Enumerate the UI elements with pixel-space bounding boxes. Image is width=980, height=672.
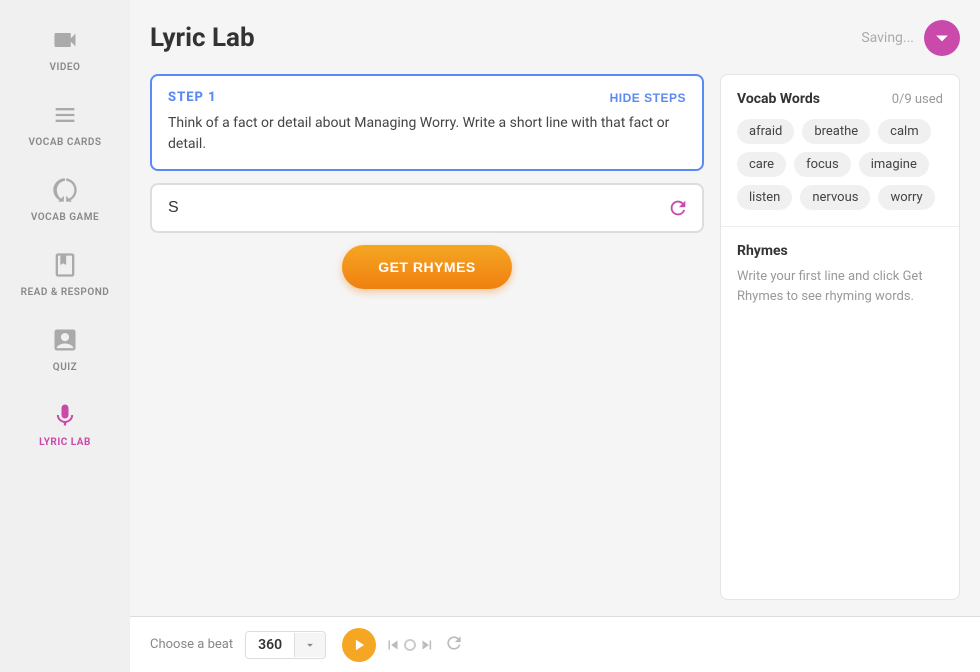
step-label: STEP 1 bbox=[168, 90, 217, 105]
vocab-words: afraid breathe calm care focus imagine l… bbox=[737, 119, 943, 210]
lyric-input[interactable] bbox=[152, 185, 666, 231]
save-button[interactable] bbox=[924, 20, 960, 56]
input-wrapper bbox=[150, 183, 704, 233]
saving-text: Saving... bbox=[861, 30, 914, 46]
vocab-chip-afraid[interactable]: afraid bbox=[737, 119, 794, 144]
choose-beat-label: Choose a beat bbox=[150, 637, 233, 652]
book-icon bbox=[47, 247, 83, 283]
saving-area: Saving... bbox=[861, 20, 960, 56]
step-header: STEP 1 HIDE STEPS bbox=[168, 90, 686, 105]
vocab-chip-listen[interactable]: listen bbox=[737, 185, 792, 210]
header: Lyric Lab Saving... bbox=[150, 20, 960, 56]
video-icon bbox=[47, 22, 83, 58]
play-button[interactable] bbox=[342, 628, 376, 662]
rhymes-hint: Write your first line and click Get Rhym… bbox=[737, 267, 943, 306]
sidebar-item-vocab-cards[interactable]: VOCAB CARDS bbox=[0, 85, 130, 160]
beat-selector: 360 bbox=[245, 631, 326, 659]
step-box: STEP 1 HIDE STEPS Think of a fact or det… bbox=[150, 74, 704, 171]
vocab-count: 0/9 used bbox=[892, 92, 943, 107]
vocab-chip-focus[interactable]: focus bbox=[794, 152, 851, 177]
sidebar-item-lyric-lab[interactable]: LYRIC LAB bbox=[0, 385, 130, 460]
get-rhymes-button[interactable]: GET RHYMES bbox=[342, 245, 512, 289]
skip-forward-button[interactable] bbox=[418, 636, 436, 654]
sidebar-label-lyric-lab: LYRIC LAB bbox=[39, 437, 91, 448]
right-panel: Vocab Words 0/9 used afraid breathe calm… bbox=[720, 74, 960, 600]
sidebar-item-quiz[interactable]: QUIZ bbox=[0, 310, 130, 385]
sidebar-label-video: VIDEO bbox=[50, 62, 81, 73]
sidebar-label-vocab-cards: VOCAB CARDS bbox=[28, 137, 101, 148]
page-title: Lyric Lab bbox=[150, 23, 255, 53]
left-panel: STEP 1 HIDE STEPS Think of a fact or det… bbox=[150, 74, 704, 600]
vocab-header: Vocab Words 0/9 used bbox=[737, 91, 943, 107]
transport-controls bbox=[342, 628, 464, 662]
refresh-transport-button[interactable] bbox=[444, 633, 464, 656]
sidebar-label-read-respond: READ & RESPOND bbox=[21, 287, 110, 298]
game-icon bbox=[47, 172, 83, 208]
main-content: Lyric Lab Saving... STEP 1 HIDE STEPS Th… bbox=[130, 0, 980, 672]
vocab-chip-calm[interactable]: calm bbox=[878, 119, 930, 144]
vocab-chip-worry[interactable]: worry bbox=[878, 185, 934, 210]
cards-icon bbox=[47, 97, 83, 133]
sidebar-item-video[interactable]: VIDEO bbox=[0, 10, 130, 85]
sidebar-label-vocab-game: VOCAB GAME bbox=[31, 212, 99, 223]
rhymes-section: Rhymes Write your first line and click G… bbox=[721, 227, 959, 599]
vocab-chip-imagine[interactable]: imagine bbox=[859, 152, 929, 177]
sidebar-label-quiz: QUIZ bbox=[53, 362, 77, 373]
progress-thumb bbox=[404, 639, 416, 651]
refresh-input-icon[interactable] bbox=[666, 196, 690, 220]
vocab-title: Vocab Words bbox=[737, 91, 820, 107]
bottom-bar: Choose a beat 360 bbox=[130, 616, 980, 672]
hide-steps-button[interactable]: HIDE STEPS bbox=[610, 91, 686, 105]
sidebar-item-vocab-game[interactable]: VOCAB GAME bbox=[0, 160, 130, 235]
quiz-icon bbox=[47, 322, 83, 358]
beat-value: 360 bbox=[246, 632, 294, 658]
step-description: Think of a fact or detail about Managing… bbox=[168, 113, 686, 155]
sidebar: VIDEO VOCAB CARDS VOCAB GAME READ & RESP… bbox=[0, 0, 130, 672]
vocab-chip-nervous[interactable]: nervous bbox=[800, 185, 870, 210]
mic-icon bbox=[47, 397, 83, 433]
beat-dropdown-button[interactable] bbox=[294, 633, 325, 657]
vocab-chip-breathe[interactable]: breathe bbox=[802, 119, 870, 144]
content-area: STEP 1 HIDE STEPS Think of a fact or det… bbox=[150, 74, 960, 600]
sidebar-item-read-respond[interactable]: READ & RESPOND bbox=[0, 235, 130, 310]
vocab-section: Vocab Words 0/9 used afraid breathe calm… bbox=[721, 75, 959, 227]
vocab-chip-care[interactable]: care bbox=[737, 152, 786, 177]
skip-back-button[interactable] bbox=[384, 636, 402, 654]
rhymes-title: Rhymes bbox=[737, 243, 943, 259]
